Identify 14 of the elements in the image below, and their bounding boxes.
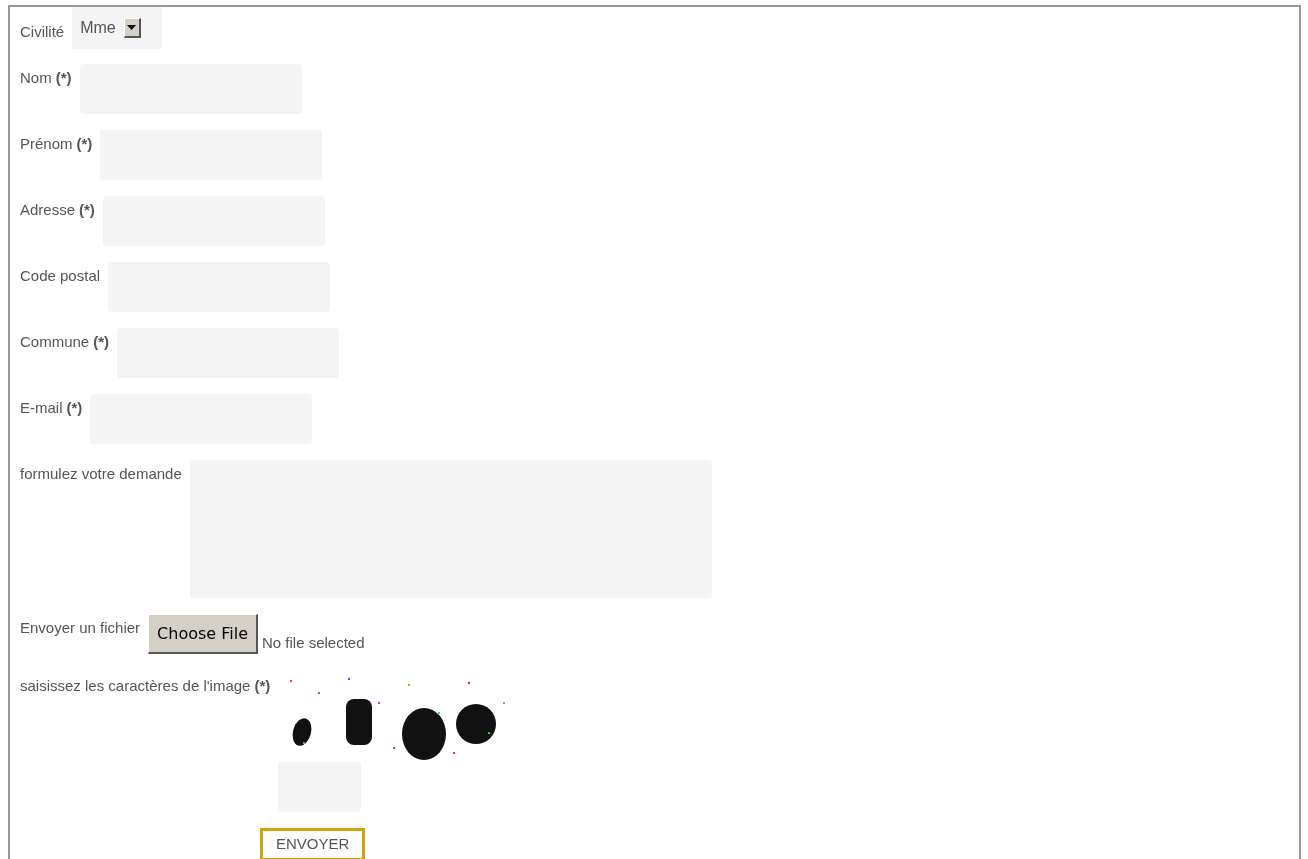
field-label: Commune (*) (20, 333, 111, 350)
select-field[interactable]: Mme (72, 7, 163, 49)
field-label: Civilité (20, 23, 66, 40)
field-label: Envoyer un fichier (20, 619, 142, 636)
choose-file-button[interactable]: Choose File (148, 614, 258, 654)
field-label: Adresse (*) (20, 201, 96, 218)
submit-button[interactable]: ENVOYER (260, 828, 366, 859)
field-label: E-mail (*) (20, 399, 84, 416)
field-label: Code postal (20, 267, 102, 284)
field-label: formulez votre demande (20, 465, 183, 482)
field-label: Nom (*) (20, 69, 73, 86)
field-label: saisissez les caractères de l'image (*) (20, 677, 272, 694)
file-status: No file selected (262, 632, 365, 653)
field-label: Prénom (*) (20, 135, 94, 152)
